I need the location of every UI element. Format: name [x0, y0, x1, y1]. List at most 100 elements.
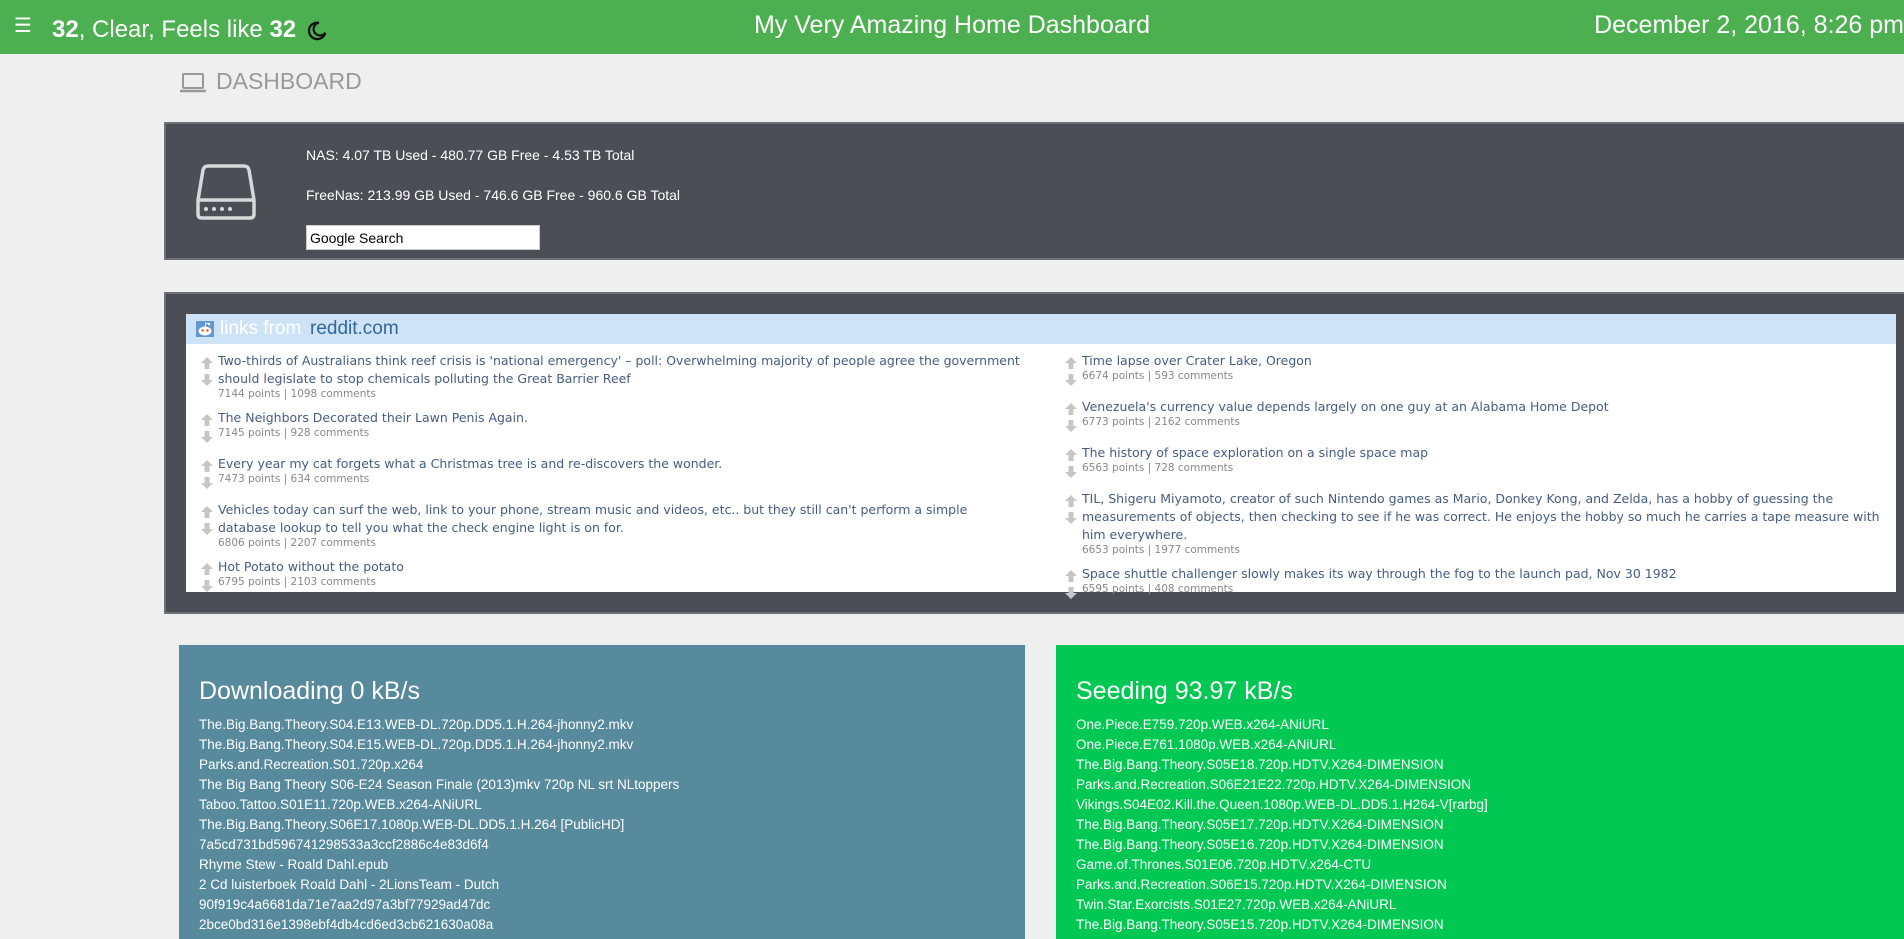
reddit-header: links from reddit.com	[186, 314, 1896, 344]
downvote-arrow-icon[interactable]	[200, 522, 214, 536]
story-meta: 7144 points | 1098 comments	[218, 388, 376, 400]
vote-arrows	[196, 501, 218, 550]
seeding-item[interactable]: Vikings.S04E02.Kill.the.Queen.1080p.WEB-…	[1076, 795, 1884, 815]
laptop-icon	[180, 72, 206, 93]
story-body: Space shuttle challenger slowly makes it…	[1082, 565, 1890, 603]
story-title-link[interactable]: Two-thirds of Australians think reef cri…	[218, 352, 1026, 388]
story-title-link[interactable]: Vehicles today can surf the web, link to…	[218, 501, 1026, 537]
links-from-label: links from	[220, 318, 302, 339]
story-body: Two-thirds of Australians think reef cri…	[218, 352, 1026, 401]
vote-arrows	[1060, 352, 1082, 390]
vote-arrows	[1060, 444, 1082, 482]
story-title-link[interactable]: Hot Potato without the potato	[218, 558, 1026, 576]
story-meta: 6595 points | 408 comments	[1082, 583, 1234, 595]
story-meta: 7473 points | 634 comments	[218, 473, 370, 485]
downloading-item[interactable]: 7a5cd731bd596741298533a3ccf2886c4e83d6f4	[199, 835, 1005, 855]
downvote-arrow-icon[interactable]	[1064, 373, 1078, 387]
story-title-link[interactable]: Time lapse over Crater Lake, Oregon	[1082, 352, 1890, 370]
reddit-story: TIL, Shigeru Miyamoto, creator of such N…	[1060, 490, 1890, 557]
seeding-panel: Seeding 93.97 kB/s One.Piece.E759.720p.W…	[1056, 645, 1904, 939]
story-body: The history of space exploration on a si…	[1082, 444, 1890, 482]
story-body: Hot Potato without the potato 6795 points…	[218, 558, 1026, 596]
story-title-link[interactable]: The Neighbors Decorated their Lawn Penis…	[218, 409, 1026, 427]
story-title-link[interactable]: Venezuela's currency value depends large…	[1082, 398, 1890, 416]
upvote-arrow-icon[interactable]	[200, 356, 214, 370]
story-title-link[interactable]: Space shuttle challenger slowly makes it…	[1082, 565, 1890, 583]
seeding-item[interactable]: Parks.and.Recreation.S06E21E22.720p.HDTV…	[1076, 775, 1884, 795]
reddit-column-left: Two-thirds of Australians think reef cri…	[196, 352, 1026, 604]
upvote-arrow-icon[interactable]	[1064, 494, 1078, 508]
reddit-story: Venezuela's currency value depends large…	[1060, 398, 1890, 436]
current-datetime: December 2, 2016, 8:26 pm	[1594, 11, 1904, 39]
story-title-link[interactable]: TIL, Shigeru Miyamoto, creator of such N…	[1082, 490, 1890, 544]
downvote-arrow-icon[interactable]	[1064, 419, 1078, 433]
downloading-item[interactable]: 2 Cd luisterboek Roald Dahl - 2LionsTeam…	[199, 875, 1005, 895]
story-body: Every year my cat forgets what a Christm…	[218, 455, 1026, 493]
reddit-story: The history of space exploration on a si…	[1060, 444, 1890, 482]
downloading-item[interactable]: 2bce0bd316e1398ebf4db4cd6ed3cb621630a08a	[199, 915, 1005, 935]
reddit-panel: links from reddit.com Two-thirds of Aust…	[164, 292, 1904, 614]
story-meta: 6806 points | 2207 comments	[218, 537, 376, 549]
seeding-title: Seeding 93.97 kB/s	[1076, 677, 1293, 705]
vote-arrows	[196, 409, 218, 447]
dashboard-label: DASHBOARD	[216, 68, 362, 94]
upvote-arrow-icon[interactable]	[200, 459, 214, 473]
reddit-story: Vehicles today can surf the web, link to…	[196, 501, 1026, 550]
story-body: The Neighbors Decorated their Lawn Penis…	[218, 409, 1026, 447]
seeding-item[interactable]: Twin.Star.Exorcists.S01E27.720p.WEB.x264…	[1076, 895, 1884, 915]
story-title-link[interactable]: Every year my cat forgets what a Christm…	[218, 455, 1026, 473]
story-meta: 6653 points | 1977 comments	[1082, 544, 1240, 556]
upvote-arrow-icon[interactable]	[1064, 356, 1078, 370]
downvote-arrow-icon[interactable]	[200, 476, 214, 490]
downvote-arrow-icon[interactable]	[200, 373, 214, 387]
downvote-arrow-icon[interactable]	[1064, 465, 1078, 479]
seeding-item[interactable]: The.Big.Bang.Theory.S05E15.720p.HDTV.X26…	[1076, 915, 1884, 935]
seeding-item[interactable]: One.Piece.E761.1080p.WEB.x264-ANiURL	[1076, 735, 1884, 755]
reddit-domain-link[interactable]: reddit.com	[310, 314, 399, 344]
seeding-item[interactable]: One.Piece.E759.720p.WEB.x264-ANiURL	[1076, 715, 1884, 735]
upvote-arrow-icon[interactable]	[200, 562, 214, 576]
reddit-story: Hot Potato without the potato 6795 points…	[196, 558, 1026, 596]
vote-arrows	[196, 352, 218, 401]
downvote-arrow-icon[interactable]	[200, 579, 214, 593]
vote-arrows	[1060, 565, 1082, 603]
upvote-arrow-icon[interactable]	[1064, 402, 1078, 416]
story-meta: 6563 points | 728 comments	[1082, 462, 1234, 474]
seeding-item[interactable]: Game.of.Thrones.S01E06.720p.HDTV.x264-CT…	[1076, 855, 1884, 875]
downloading-item[interactable]: Taboo.Tattoo.S01E11.720p.WEB.x264-ANiURL	[199, 795, 1005, 815]
reddit-story: Time lapse over Crater Lake, Oregon 6674 …	[1060, 352, 1890, 390]
story-body: Vehicles today can surf the web, link to…	[218, 501, 1026, 550]
downloading-item[interactable]: The.Big.Bang.Theory.S04.E15.WEB-DL.720p.…	[199, 735, 1005, 755]
downloading-item[interactable]: The.Big.Bang.Theory.S04.E13.WEB-DL.720p.…	[199, 715, 1005, 735]
downvote-arrow-icon[interactable]	[200, 430, 214, 444]
downloading-item[interactable]: The Big Bang Theory S06-E24 Season Final…	[199, 775, 1005, 795]
story-meta: 7145 points | 928 comments	[218, 427, 370, 439]
vote-arrows	[196, 558, 218, 596]
story-body: Time lapse over Crater Lake, Oregon 6674 …	[1082, 352, 1890, 390]
downvote-arrow-icon[interactable]	[1064, 586, 1078, 600]
story-title-link[interactable]: The history of space exploration on a si…	[1082, 444, 1890, 462]
downloading-item[interactable]: 90f919c4a6681da71e7aa2d97a3bf77929ad47dc	[199, 895, 1005, 915]
seeding-item[interactable]: The.Big.Bang.Theory.S05E16.720p.HDTV.X26…	[1076, 835, 1884, 855]
storage-panel: NAS: 4.07 TB Used - 480.77 GB Free - 4.5…	[164, 122, 1904, 260]
upvote-arrow-icon[interactable]	[200, 413, 214, 427]
upvote-arrow-icon[interactable]	[200, 505, 214, 519]
seeding-item[interactable]: The.Big.Bang.Theory.S05E17.720p.HDTV.X26…	[1076, 815, 1884, 835]
google-search-input[interactable]	[306, 225, 540, 250]
seeding-item[interactable]: The.Big.Bang.Theory.S05E18.720p.HDTV.X26…	[1076, 755, 1884, 775]
upvote-arrow-icon[interactable]	[1064, 569, 1078, 583]
dashboard-header: DASHBOARD	[178, 64, 362, 98]
downloading-title: Downloading 0 kB/s	[199, 677, 420, 705]
downloading-item[interactable]: Parks.and.Recreation.S01.720p.x264	[199, 755, 1005, 775]
downloading-item[interactable]: The.Big.Bang.Theory.S06E17.1080p.WEB-DL.…	[199, 815, 1005, 835]
downvote-arrow-icon[interactable]	[1064, 511, 1078, 525]
upvote-arrow-icon[interactable]	[1064, 448, 1078, 462]
seeding-item[interactable]: Parks.and.Recreation.S06E15.720p.HDTV.X2…	[1076, 875, 1884, 895]
story-body: Venezuela's currency value depends large…	[1082, 398, 1890, 436]
reddit-story: Every year my cat forgets what a Christm…	[196, 455, 1026, 493]
downloading-item[interactable]: Rhyme Stew - Roald Dahl.epub	[199, 855, 1005, 875]
story-meta: 6773 points | 2162 comments	[1082, 416, 1240, 428]
reddit-widget: links from reddit.com Two-thirds of Aust…	[186, 314, 1896, 599]
story-meta: 6795 points | 2103 comments	[218, 576, 376, 588]
reddit-column-right: Time lapse over Crater Lake, Oregon 6674 …	[1060, 352, 1890, 611]
